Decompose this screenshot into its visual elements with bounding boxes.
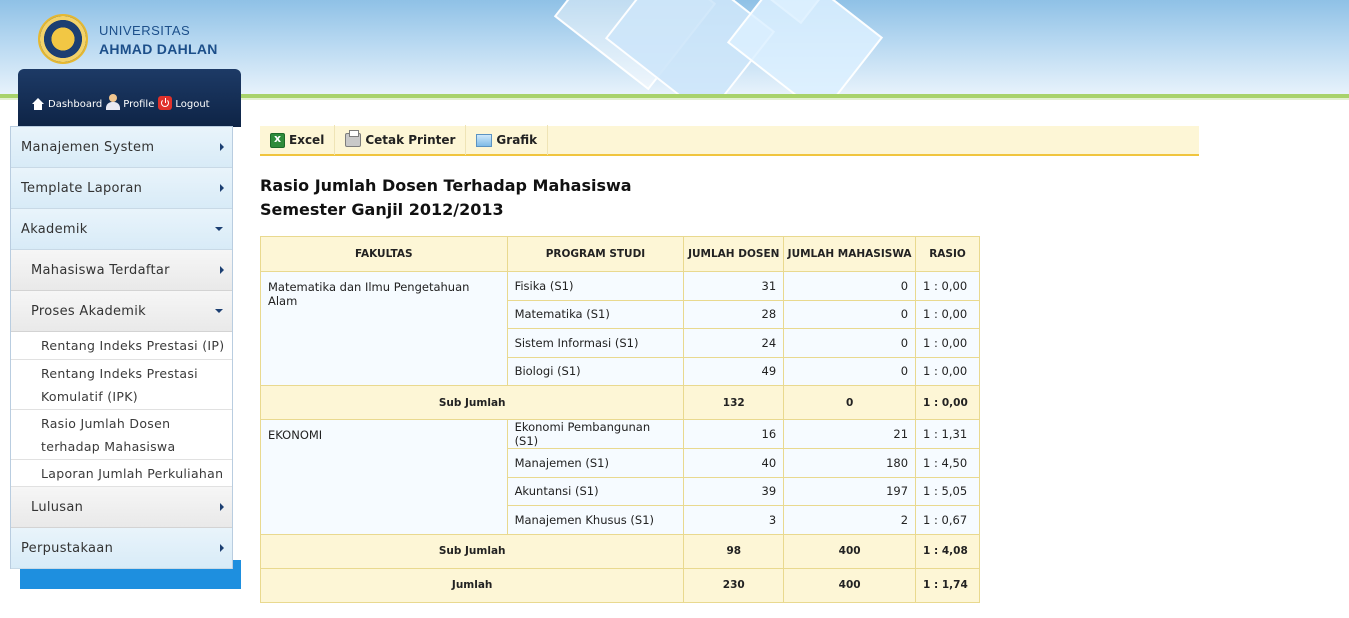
report-subtitle: Semester Ganjil 2012/2013 xyxy=(260,200,504,219)
excel-button[interactable]: Excel xyxy=(260,125,336,155)
rasio-cell: 1 : 1,31 xyxy=(915,419,980,449)
prodi-cell: Sistem Informasi (S1) xyxy=(506,328,685,358)
col-header-jumlah-mahasiswa: JUMLAH MAHASISWA xyxy=(783,236,917,272)
mahasiswa-cell: 0 xyxy=(783,299,917,329)
chevron-right-icon xyxy=(220,143,224,151)
mahasiswa-cell: 0 xyxy=(783,271,917,301)
subtotal-label: Sub Jumlah xyxy=(259,533,685,569)
print-button[interactable]: Cetak Printer xyxy=(335,125,467,155)
prodi-cell: Manajemen Khusus (S1) xyxy=(506,505,685,535)
dosen-cell: 28 xyxy=(683,299,785,329)
menu-item-akademik[interactable]: Akademik xyxy=(11,209,232,250)
prodi-cell: Ekonomi Pembangunan (S1) xyxy=(506,419,685,449)
col-header-rasio: RASIO xyxy=(915,236,980,272)
menu-item-perpustakaan[interactable]: Perpustakaan xyxy=(11,528,232,569)
prodi-cell: Biologi (S1) xyxy=(506,356,685,386)
col-header-jumlah-dosen: JUMLAH DOSEN xyxy=(683,236,785,272)
subtotal-dosen: 132 xyxy=(683,385,785,420)
mahasiswa-cell: 0 xyxy=(783,356,917,386)
dosen-cell: 49 xyxy=(683,356,785,386)
menu-item-rentang-ipk[interactable]: Rentang Indeks Prestasi Komulatif (IPK) xyxy=(11,360,232,410)
subtotal-row: Sub Jumlah 132 0 1 : 0,00 xyxy=(259,385,980,420)
printer-icon xyxy=(345,130,362,147)
chart-icon xyxy=(476,133,493,147)
rasio-cell: 1 : 5,05 xyxy=(915,476,980,506)
rasio-cell: 1 : 0,00 xyxy=(915,328,980,358)
top-nav: Dashboard Profile Logout xyxy=(31,94,210,110)
menu-item-laporan-perkuliahan[interactable]: Laporan Jumlah Perkuliahan xyxy=(11,460,232,487)
mahasiswa-cell: 197 xyxy=(783,476,917,506)
menu-item-mahasiswa-terdaftar[interactable]: Mahasiswa Terdaftar xyxy=(11,250,232,291)
chevron-right-icon xyxy=(220,544,224,552)
subtotal-rasio: 1 : 4,08 xyxy=(915,533,980,569)
user-icon xyxy=(106,94,121,110)
rasio-cell: 1 : 0,00 xyxy=(915,271,980,301)
dosen-cell: 39 xyxy=(683,476,785,506)
excel-icon xyxy=(270,132,285,148)
menu-item-manajemen-system[interactable]: Manajemen System xyxy=(11,127,232,168)
home-icon xyxy=(31,98,45,110)
chart-button[interactable]: Grafik xyxy=(466,125,549,155)
mahasiswa-cell: 2 xyxy=(783,505,917,535)
mahasiswa-cell: 0 xyxy=(783,328,917,358)
power-icon xyxy=(158,96,173,110)
logout-link[interactable]: Logout xyxy=(158,96,210,110)
dashboard-link[interactable]: Dashboard xyxy=(31,98,102,110)
subtotal-mahasiswa: 400 xyxy=(783,533,917,569)
subtotal-mahasiswa: 0 xyxy=(783,385,917,420)
university-name-line2: AHMAD DAHLAN xyxy=(99,41,218,57)
dosen-cell: 40 xyxy=(683,448,785,478)
dosen-cell: 24 xyxy=(683,328,785,358)
chevron-down-icon xyxy=(215,309,223,313)
report-title: Rasio Jumlah Dosen Terhadap Mahasiswa xyxy=(260,176,632,195)
rasio-cell: 1 : 0,00 xyxy=(915,356,980,386)
rasio-cell: 1 : 0,00 xyxy=(915,299,980,329)
table-header-row: FAKULTAS PROGRAM STUDI JUMLAH DOSEN JUML… xyxy=(260,236,980,272)
menu-item-rasio-dosen[interactable]: Rasio Jumlah Dosen terhadap Mahasiswa xyxy=(11,410,232,460)
prodi-cell: Manajemen (S1) xyxy=(506,448,685,478)
fakultas-cell: EKONOMI xyxy=(260,419,508,535)
fakultas-cell: Matematika dan Ilmu Pengetahuan Alam xyxy=(260,271,508,386)
mahasiswa-cell: 21 xyxy=(783,419,917,449)
dosen-cell: 31 xyxy=(683,271,785,301)
chevron-down-icon xyxy=(215,227,223,231)
total-row: Jumlah 230 400 1 : 1,74 xyxy=(259,567,980,603)
total-rasio: 1 : 1,74 xyxy=(915,567,980,603)
subtotal-rasio: 1 : 0,00 xyxy=(915,385,980,420)
profile-link[interactable]: Profile xyxy=(106,94,154,110)
table-row: Matematika dan Ilmu Pengetahuan Alam Fis… xyxy=(260,271,980,386)
university-name-line1: UNIVERSITAS xyxy=(99,23,191,38)
chevron-right-icon xyxy=(220,184,224,192)
rasio-cell: 1 : 0,67 xyxy=(915,505,980,535)
menu-item-rentang-ip[interactable]: Rentang Indeks Prestasi (IP) xyxy=(11,332,232,360)
menu-item-template-laporan[interactable]: Template Laporan xyxy=(11,168,232,209)
report-toolbar: Excel Cetak Printer Grafik xyxy=(260,125,1199,156)
total-dosen: 230 xyxy=(683,567,785,603)
subtotal-row: Sub Jumlah 98 400 1 : 4,08 xyxy=(259,533,980,569)
col-header-program-studi: PROGRAM STUDI xyxy=(506,236,685,272)
prodi-cell: Matematika (S1) xyxy=(506,299,685,329)
university-logo xyxy=(38,14,88,64)
sidebar-menu: Manajemen System Template Laporan Akadem… xyxy=(10,126,233,569)
subtotal-dosen: 98 xyxy=(683,533,785,569)
menu-item-lulusan[interactable]: Lulusan xyxy=(11,487,232,528)
subtotal-label: Sub Jumlah xyxy=(259,385,685,420)
mahasiswa-cell: 180 xyxy=(783,448,917,478)
dosen-cell: 3 xyxy=(683,505,785,535)
chevron-right-icon xyxy=(220,503,224,511)
total-mahasiswa: 400 xyxy=(783,567,917,603)
prodi-cell: Akuntansi (S1) xyxy=(506,476,685,506)
prodi-cell: Fisika (S1) xyxy=(506,271,685,301)
table-row: EKONOMI Ekonomi Pembangunan (S1) 16 21 1… xyxy=(260,419,980,535)
menu-item-proses-akademik[interactable]: Proses Akademik xyxy=(11,291,232,332)
rasio-cell: 1 : 4,50 xyxy=(915,448,980,478)
ratio-table: FAKULTAS PROGRAM STUDI JUMLAH DOSEN JUML… xyxy=(259,236,980,603)
total-label: Jumlah xyxy=(259,567,685,603)
chevron-right-icon xyxy=(220,266,224,274)
dosen-cell: 16 xyxy=(683,419,785,449)
col-header-fakultas: FAKULTAS xyxy=(260,236,508,272)
